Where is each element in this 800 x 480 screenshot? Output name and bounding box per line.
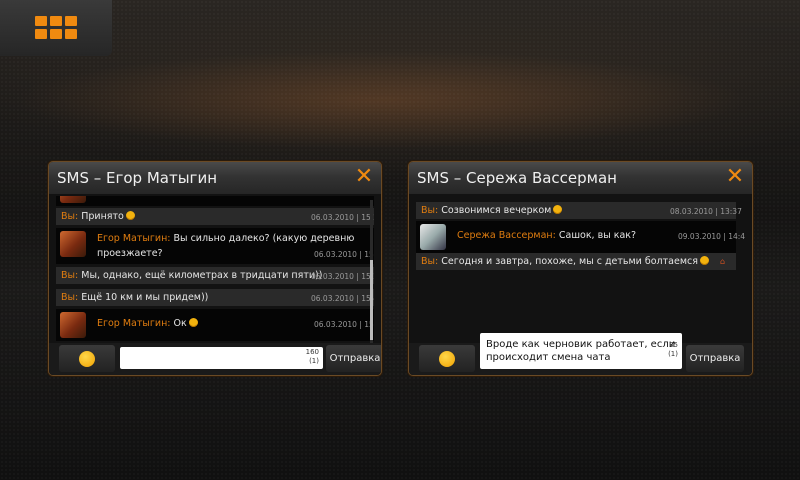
message-row: Вы: Мы, однако, ещё километрах в тридцат… — [56, 267, 374, 284]
message-text: Ещё 10 км и мы придем)) — [81, 292, 209, 303]
message-text: Сегодня и завтра, похоже, мы с детьми бо… — [441, 256, 698, 267]
compose-bar: 160 (1) Отправка — [49, 343, 381, 375]
smiley-icon — [79, 351, 95, 367]
message-row: Егор Матыгин: Вы сильно далеко? (какую д… — [56, 228, 374, 264]
emoji-button[interactable] — [59, 345, 115, 372]
message-text: Вы сильно далеко? (какую деревню — [173, 233, 355, 244]
char-counter: 160 (1) — [305, 348, 319, 365]
message-text: Принято — [81, 211, 124, 222]
send-button[interactable]: Отправка — [326, 345, 381, 372]
message-text: Мы, однако, ещё километрах в тридцати пя… — [81, 270, 323, 281]
chat-title: SMS – Егор Матыгин — [57, 169, 217, 187]
message-text: Созвонимся вечерком — [441, 205, 552, 216]
smiley-icon — [553, 205, 563, 214]
avatar — [420, 224, 446, 250]
chat-title: SMS – Сережа Вассерман — [417, 169, 617, 187]
message-date: 08.03.2010 | 13:37 — [670, 207, 742, 216]
message-date: 06.03.2010 | 15:49 — [314, 320, 374, 329]
compose-bar: Вроде как черновик работает, если происхо… — [409, 333, 752, 375]
message-date: 06.03.2010 | 15:48 — [311, 294, 374, 303]
message-row: Сережа Вассерман: Сашок, вы как? 09.03.2… — [416, 221, 745, 253]
message-row: Вы: Ещё 10 км и мы придем)) 06.03.2010 |… — [56, 289, 374, 306]
message-row: Вы: Принято 06.03.2010 | 15:26 — [56, 208, 374, 225]
scrollbar-thumb[interactable] — [370, 260, 373, 340]
smiley-icon — [125, 211, 135, 220]
message-row: Егор Матыгин: Ок 06.03.2010 | 15:49 — [56, 309, 374, 341]
message-bubble-partial — [56, 196, 374, 206]
smiley-icon — [188, 318, 198, 327]
message-row: Вы: Созвонимся вечерком 08.03.2010 | 13:… — [416, 202, 742, 219]
char-counter: 35 (1) — [668, 341, 678, 358]
you-label: Вы: — [421, 205, 439, 216]
draft-text: Вроде как черновик работает, если происхо… — [486, 339, 676, 363]
emoji-button[interactable] — [419, 345, 475, 372]
message-input[interactable]: Вроде как черновик работает, если происхо… — [480, 333, 682, 369]
smiley-icon — [699, 256, 709, 265]
message-input[interactable]: 160 (1) — [120, 347, 323, 369]
close-icon[interactable]: ✕ — [353, 165, 375, 189]
app-grid-icon — [35, 16, 77, 40]
you-label: Вы: — [61, 292, 79, 303]
chat-titlebar[interactable]: SMS – Сережа Вассерман ✕ — [409, 162, 752, 194]
app-menu-button[interactable] — [0, 0, 112, 56]
avatar — [60, 312, 86, 338]
message-text-line2: проезжаете? — [97, 248, 163, 259]
message-date: 06.03.2010 | 15:27 — [311, 272, 374, 281]
you-label: Вы: — [61, 270, 79, 281]
avatar — [60, 196, 86, 203]
message-text: Ок — [173, 318, 187, 329]
message-date: 09.03.2010 | 14:47 — [678, 232, 745, 241]
message-date: 06.03.2010 | 15:26 — [314, 250, 374, 259]
smiley-icon — [439, 351, 455, 367]
chat-window-egor[interactable]: SMS – Егор Матыгин ✕ Вы: Принято 06.03.2… — [48, 161, 382, 376]
sender-name: Сережа Вассерман: — [457, 230, 556, 241]
message-list[interactable]: Вы: Созвонимся вечерком 08.03.2010 | 13:… — [416, 196, 745, 344]
chat-titlebar[interactable]: SMS – Егор Матыгин ✕ — [49, 162, 381, 194]
send-button[interactable]: Отправка — [686, 345, 744, 372]
message-row: Вы: Сегодня и завтра, похоже, мы с детьм… — [416, 253, 736, 270]
pending-icon: ⌂ — [720, 257, 726, 266]
avatar — [60, 231, 86, 257]
message-date: 06.03.2010 | 15:26 — [311, 213, 374, 222]
message-list[interactable]: Вы: Принято 06.03.2010 | 15:26 Егор Маты… — [56, 196, 374, 344]
chat-window-serezha[interactable]: SMS – Сережа Вассерман ✕ Вы: Созвонимся … — [408, 161, 753, 376]
sender-name: Егор Матыгин: — [97, 318, 171, 329]
you-label: Вы: — [421, 256, 439, 267]
scrollbar[interactable] — [370, 200, 373, 344]
close-icon[interactable]: ✕ — [724, 165, 746, 189]
you-label: Вы: — [61, 211, 79, 222]
message-text: Сашок, вы как? — [558, 230, 637, 241]
sender-name: Егор Матыгин: — [97, 233, 171, 244]
